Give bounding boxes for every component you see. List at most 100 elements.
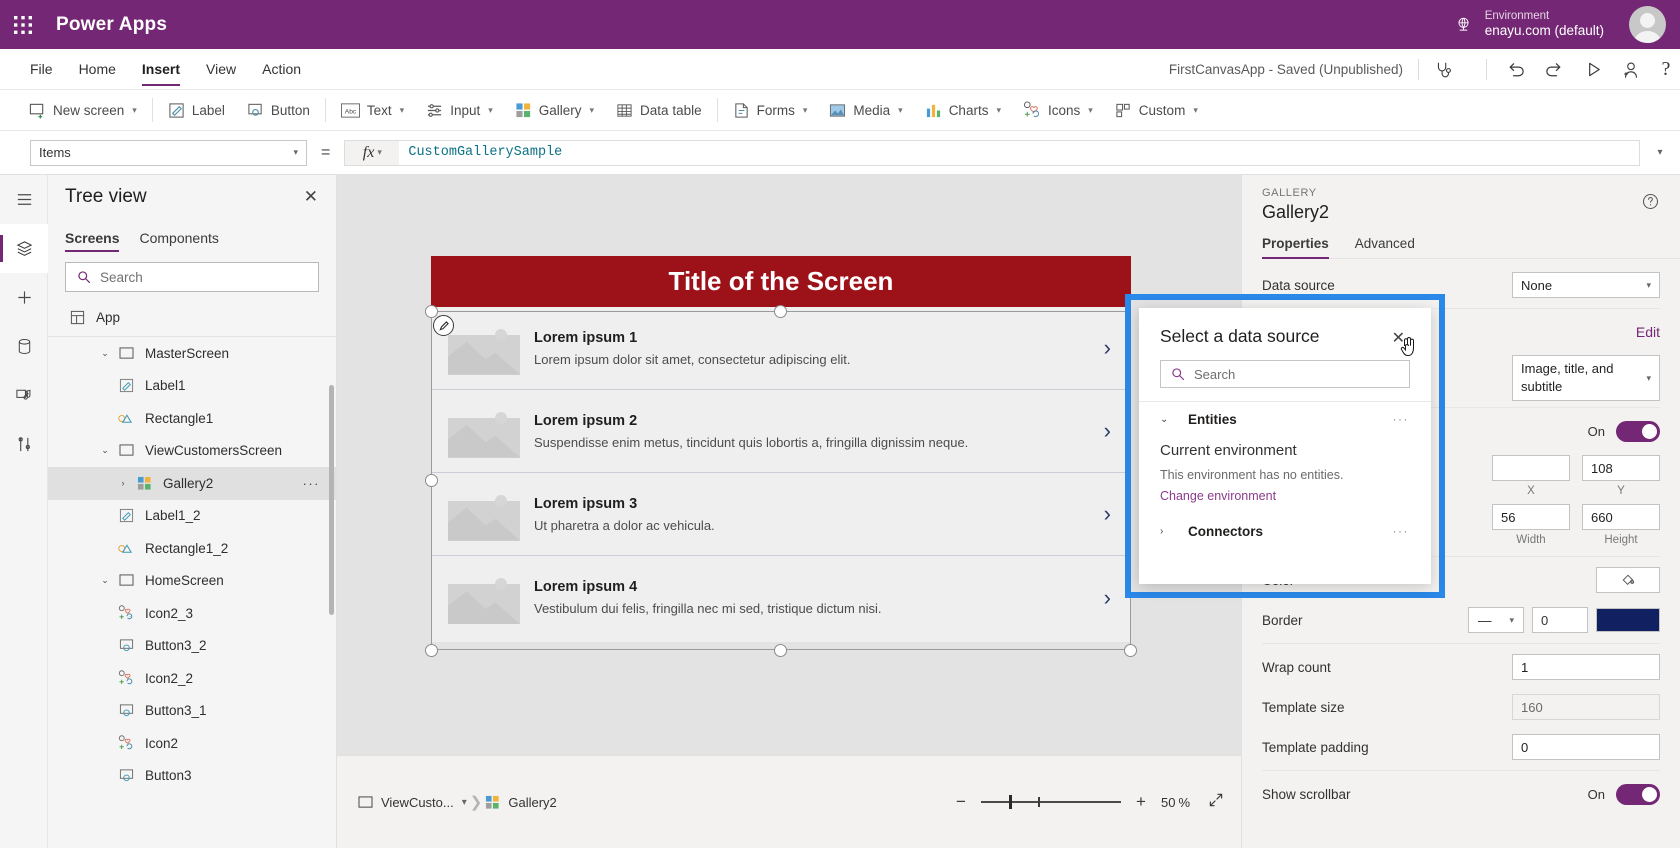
- chevron-down-icon[interactable]: ⌄: [96, 575, 114, 586]
- ribbon-data-table[interactable]: Data table: [605, 90, 713, 131]
- chevron-right-icon[interactable]: ›: [1104, 501, 1111, 527]
- dialog-group-menu-icon[interactable]: ···: [1393, 524, 1410, 538]
- ribbon-label[interactable]: Label: [157, 90, 236, 131]
- tab-screens[interactable]: Screens: [65, 230, 128, 252]
- zoom-slider[interactable]: [981, 795, 1121, 809]
- advanced-tools-icon[interactable]: [0, 420, 48, 469]
- gallery-row[interactable]: Lorem ipsum 3 Ut pharetra a dolor ac veh…: [431, 473, 1131, 556]
- resize-handle-top-center[interactable]: [774, 305, 787, 318]
- wrap-count-input[interactable]: 1: [1512, 654, 1660, 680]
- zoom-out-button[interactable]: −: [954, 792, 968, 812]
- property-selector[interactable]: Items ▾: [30, 139, 307, 166]
- tree-scrollbar[interactable]: [329, 385, 334, 615]
- ribbon-forms[interactable]: Forms ▾: [722, 90, 819, 131]
- resize-handle-bottom-center[interactable]: [774, 644, 787, 657]
- tree-node-icon2-3[interactable]: Icon2_3: [48, 597, 336, 630]
- size-width-input[interactable]: 56: [1492, 504, 1570, 530]
- position-y-input[interactable]: 108: [1582, 455, 1660, 481]
- tree-node-icon2[interactable]: Icon2: [48, 727, 336, 760]
- tree-node-button3-2[interactable]: Button3_2: [48, 630, 336, 663]
- data-cylinder-icon[interactable]: [0, 322, 48, 371]
- menu-item-action[interactable]: Action: [249, 49, 314, 89]
- app-checker-icon[interactable]: [1423, 49, 1463, 90]
- tree-node-button3-1[interactable]: Button3_1: [48, 695, 336, 728]
- position-x-input[interactable]: [1492, 455, 1570, 481]
- gallery-row[interactable]: Lorem ipsum 1 Lorem ipsum dolor sit amet…: [431, 307, 1131, 390]
- tree-node-homescreen[interactable]: ⌄ HomeScreen: [48, 565, 336, 598]
- tree-node-context-menu-icon[interactable]: ···: [303, 476, 321, 491]
- tree-node-icon2-2[interactable]: Icon2_2: [48, 662, 336, 695]
- tab-properties[interactable]: Properties: [1262, 236, 1329, 259]
- chevron-right-icon[interactable]: ›: [1160, 526, 1184, 537]
- tree-node-rectangle1-2[interactable]: Rectangle1_2: [48, 532, 336, 565]
- border-color-swatch[interactable]: [1596, 608, 1660, 632]
- resize-handle-mid-left[interactable]: [425, 474, 438, 487]
- ribbon-text[interactable]: Abc Text ▾: [330, 90, 415, 131]
- tree-node-label1[interactable]: Label1: [48, 370, 336, 403]
- tree-node-rectangle1[interactable]: Rectangle1: [48, 402, 336, 435]
- app-launcher-icon[interactable]: [0, 0, 46, 49]
- dialog-group-entities[interactable]: ⌄ Entities ···: [1139, 402, 1431, 436]
- resize-handle-top-left[interactable]: [425, 305, 438, 318]
- tree-node-gallery2[interactable]: › Gallery2 ···: [48, 467, 336, 500]
- hamburger-menu-icon[interactable]: [0, 175, 48, 224]
- formula-input[interactable]: CustomGallerySample: [399, 139, 1640, 166]
- share-user-icon[interactable]: [1611, 49, 1651, 90]
- close-icon[interactable]: ✕: [304, 188, 318, 205]
- insert-plus-icon[interactable]: [0, 273, 48, 322]
- ribbon-icons[interactable]: Icons ▾: [1012, 90, 1104, 131]
- ribbon-charts[interactable]: Charts ▾: [914, 90, 1012, 131]
- ribbon-input[interactable]: Input ▾: [415, 90, 504, 131]
- border-thickness-input[interactable]: 0: [1532, 607, 1588, 633]
- border-style-dropdown[interactable]: — ▾: [1468, 607, 1524, 633]
- dialog-search-input[interactable]: Search: [1160, 360, 1410, 388]
- media-icon[interactable]: [0, 371, 48, 420]
- tree-node-masterscreen[interactable]: ⌄ MasterScreen: [48, 337, 336, 370]
- fields-edit-link[interactable]: Edit: [1636, 324, 1660, 340]
- template-size-input[interactable]: 160: [1512, 694, 1660, 720]
- ribbon-custom[interactable]: Custom ▾: [1104, 90, 1209, 131]
- tab-advanced[interactable]: Advanced: [1355, 236, 1415, 258]
- edit-pencil-icon[interactable]: [433, 315, 454, 336]
- tree-node-button3[interactable]: Button3: [48, 760, 336, 793]
- tree-node-viewcustomersscreen[interactable]: ⌄ ViewCustomersScreen: [48, 435, 336, 468]
- menu-item-insert[interactable]: Insert: [129, 49, 193, 89]
- fit-to-screen-icon[interactable]: [1208, 792, 1224, 812]
- tree-view-layers-icon[interactable]: [0, 224, 48, 273]
- preview-play-icon[interactable]: [1573, 49, 1613, 90]
- gallery-row[interactable]: Lorem ipsum 2 Suspendisse enim metus, ti…: [431, 390, 1131, 473]
- menu-item-file[interactable]: File: [17, 49, 66, 89]
- tab-components[interactable]: Components: [139, 230, 227, 252]
- ribbon-new-screen[interactable]: New screen ▾: [18, 90, 148, 131]
- ribbon-media[interactable]: Media ▾: [818, 90, 913, 131]
- breadcrumb-screen[interactable]: ViewCusto... ▾: [358, 795, 467, 810]
- dialog-group-menu-icon[interactable]: ···: [1393, 412, 1410, 426]
- menu-item-home[interactable]: Home: [66, 49, 129, 89]
- ribbon-button[interactable]: Button: [236, 90, 321, 131]
- layout-dropdown[interactable]: Image, title, and subtitle ▾: [1512, 355, 1660, 401]
- change-environment-link[interactable]: Change environment: [1160, 489, 1276, 503]
- show-scrollbar-toggle[interactable]: [1616, 783, 1660, 805]
- help-icon[interactable]: ?: [1646, 49, 1680, 90]
- data-source-dropdown[interactable]: None ▾: [1512, 272, 1660, 298]
- tree-node-app[interactable]: App: [48, 299, 336, 337]
- show-navigation-toggle[interactable]: [1616, 420, 1660, 442]
- close-icon[interactable]: ✕: [1392, 331, 1405, 347]
- resize-handle-bottom-right[interactable]: [1124, 644, 1137, 657]
- help-circle-icon[interactable]: [1642, 193, 1659, 215]
- resize-handle-bottom-left[interactable]: [425, 644, 438, 657]
- ribbon-gallery[interactable]: Gallery ▾: [504, 90, 605, 131]
- gallery-row[interactable]: Lorem ipsum 4 Vestibulum dui felis, frin…: [431, 556, 1131, 639]
- formula-expand-icon[interactable]: ▾: [1640, 147, 1680, 158]
- canvas-area[interactable]: Title of the Screen Lorem ipsum 1 Lorem …: [337, 175, 1241, 848]
- breadcrumb-control[interactable]: Gallery2: [485, 795, 557, 810]
- chevron-down-icon[interactable]: ⌄: [96, 348, 114, 359]
- redo-icon[interactable]: [1534, 49, 1574, 90]
- zoom-in-button[interactable]: +: [1134, 792, 1148, 812]
- dialog-group-connectors[interactable]: › Connectors ···: [1139, 514, 1431, 548]
- chevron-right-icon[interactable]: ›: [114, 478, 132, 488]
- chevron-right-icon[interactable]: ›: [1104, 585, 1111, 611]
- tree-node-label1-2[interactable]: Label1_2: [48, 500, 336, 533]
- environment-selector[interactable]: Environment enayu.com (default): [1454, 0, 1604, 49]
- size-height-input[interactable]: 660: [1582, 504, 1660, 530]
